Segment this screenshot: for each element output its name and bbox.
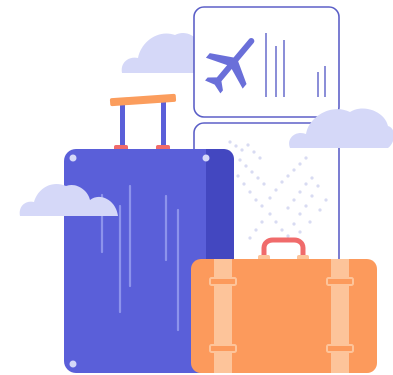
suitcase-icon xyxy=(191,259,377,373)
blue-suitcase-handle xyxy=(109,93,177,152)
travel-illustration xyxy=(19,6,393,373)
